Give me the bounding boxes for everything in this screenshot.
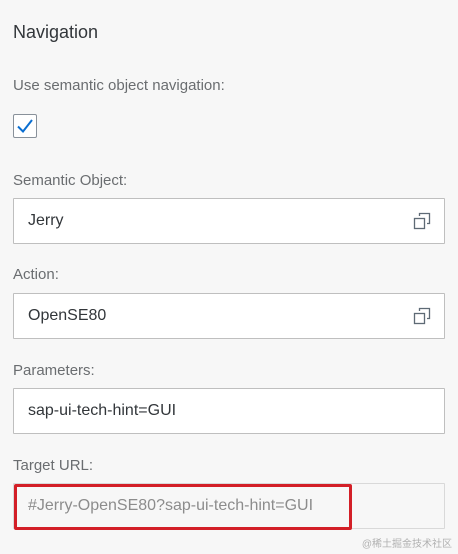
- target-url-field: #Jerry-OpenSE80?sap-ui-tech-hint=GUI: [13, 483, 445, 529]
- semantic-nav-checkbox[interactable]: [13, 114, 37, 138]
- target-url-value: #Jerry-OpenSE80?sap-ui-tech-hint=GUI: [28, 497, 314, 514]
- action-input[interactable]: OpenSE80: [13, 293, 445, 339]
- parameters-input[interactable]: sap-ui-tech-hint=GUI: [13, 388, 445, 434]
- checkmark-icon: [17, 119, 33, 134]
- value-help-icon[interactable]: [413, 307, 431, 325]
- parameters-value: sap-ui-tech-hint=GUI: [28, 402, 177, 419]
- semantic-object-label: Semantic Object:: [13, 172, 128, 189]
- value-help-icon[interactable]: [413, 212, 431, 230]
- parameters-label: Parameters:: [13, 362, 95, 379]
- section-title: Navigation: [13, 22, 99, 42]
- semantic-object-value: Jerry: [28, 212, 64, 229]
- action-label: Action:: [13, 266, 59, 283]
- navigation-panel: Navigation Use semantic object navigatio…: [0, 0, 458, 554]
- watermark: @稀土掘金技术社区: [361, 539, 452, 550]
- target-url-label: Target URL:: [13, 457, 94, 474]
- action-value: OpenSE80: [28, 307, 107, 324]
- semantic-nav-label: Use semantic object navigation:: [13, 77, 225, 94]
- semantic-object-input[interactable]: Jerry: [13, 198, 445, 244]
